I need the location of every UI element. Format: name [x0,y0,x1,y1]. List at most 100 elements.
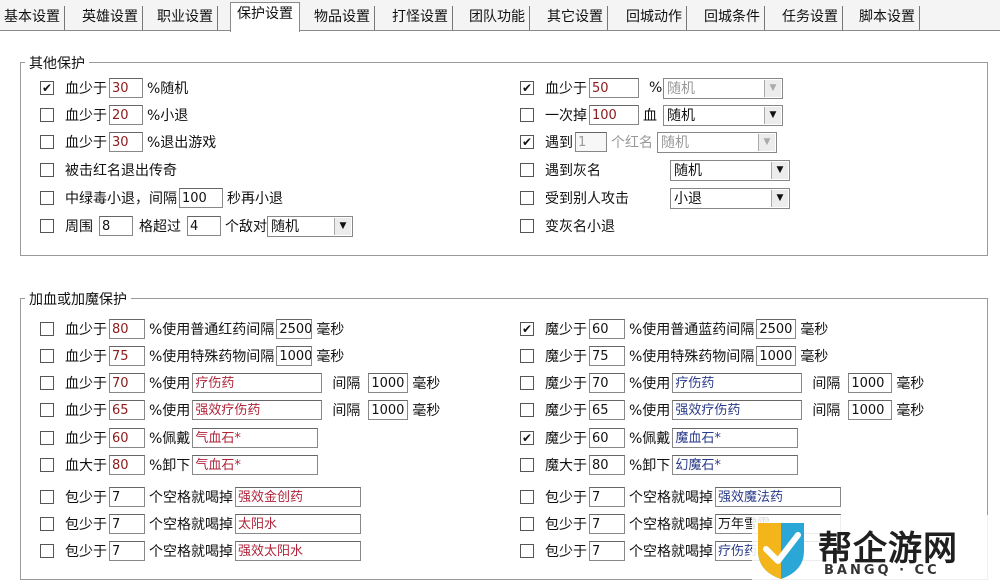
slot-count-input[interactable]: 7 [589,514,625,534]
checkbox[interactable]: ✔ [520,81,534,95]
checkbox[interactable]: ✔ [520,135,534,149]
tab-other[interactable]: 其它设置 [543,6,608,30]
slot-count-input[interactable]: 7 [109,541,145,561]
dropdown-arrow-icon[interactable]: ▼ [764,106,781,124]
interval-input[interactable]: 1000 [756,346,797,366]
item-name-input[interactable]: 气血石* [192,455,319,475]
checkbox[interactable] [40,191,54,205]
item-name-input[interactable]: 强效魔法药 [715,487,841,507]
tab-items[interactable]: 物品设置 [310,6,375,30]
threshold-input[interactable]: 65 [589,400,625,420]
interval-input[interactable]: 100 [179,188,223,208]
item-name-input[interactable]: 强效太阳水 [235,541,361,561]
tab-quest[interactable]: 任务设置 [778,6,843,30]
tab-script[interactable]: 脚本设置 [855,6,920,30]
tab-return-action[interactable]: 回城动作 [622,6,687,30]
checkbox[interactable] [40,349,54,363]
interval-input[interactable]: 2500 [756,319,797,339]
dropdown-arrow-icon[interactable]: ▼ [758,133,775,151]
checkbox[interactable] [40,163,54,177]
checkbox[interactable]: ✔ [520,431,534,445]
interval-input[interactable]: 1000 [848,373,893,393]
checkbox[interactable] [40,544,54,558]
tab-class[interactable]: 职业设置 [153,6,218,30]
checkbox[interactable] [40,517,54,531]
threshold-input[interactable]: 75 [109,346,145,366]
item-name-input[interactable]: 幻魔石* [672,455,799,475]
checkbox[interactable] [40,108,54,122]
action-select[interactable]: 随机 ▼ [657,131,777,153]
threshold-input[interactable]: 60 [589,319,625,339]
tab-team[interactable]: 团队功能 [465,6,530,30]
checkbox[interactable] [40,458,54,472]
action-select[interactable]: 随机 ▼ [663,104,783,126]
tab-return-condition[interactable]: 回城条件 [700,6,765,30]
tab-basic[interactable]: 基本设置 [0,6,65,30]
red-name-count-input[interactable]: 1 [575,132,607,152]
interval-input[interactable]: 1000 [368,400,409,420]
slot-count-input[interactable]: 7 [109,487,145,507]
checkbox[interactable] [520,517,534,531]
threshold-input[interactable]: 70 [589,373,625,393]
tab-hunting[interactable]: 打怪设置 [388,6,453,30]
checkbox[interactable] [520,349,534,363]
checkbox[interactable]: ✔ [40,81,54,95]
hp-threshold-input[interactable]: 50 [589,78,639,98]
dropdown-arrow-icon[interactable]: ▼ [764,79,781,97]
threshold-input[interactable]: 60 [589,428,625,448]
range-input[interactable]: 8 [99,216,133,236]
tab-hero[interactable]: 英雄设置 [78,6,143,30]
item-name-input[interactable]: 疗伤药 [672,373,803,393]
item-name-input[interactable]: 气血石* [192,428,319,448]
item-name-input[interactable]: 强效金创药 [235,487,361,507]
checkbox[interactable] [40,490,54,504]
checkbox[interactable] [520,219,534,233]
hp-drop-input[interactable]: 100 [589,105,639,125]
checkbox[interactable] [40,403,54,417]
hp-threshold-input[interactable]: 30 [109,132,143,152]
checkbox[interactable] [520,376,534,390]
interval-input[interactable]: 1000 [368,373,409,393]
action-select[interactable]: 随机 ▼ [267,215,353,237]
item-name-input[interactable]: 太阳水 [235,514,361,534]
threshold-input[interactable]: 65 [109,400,145,420]
interval-input[interactable]: 1000 [848,400,893,420]
checkbox[interactable] [520,163,534,177]
checkbox[interactable] [520,191,534,205]
checkbox[interactable]: ✔ [520,322,534,336]
dropdown-arrow-icon[interactable]: ▼ [334,217,351,235]
action-select[interactable]: 随机 ▼ [663,77,783,99]
checkbox[interactable] [520,108,534,122]
checkbox[interactable] [40,376,54,390]
checkbox[interactable] [520,544,534,558]
checkbox[interactable] [520,403,534,417]
interval-input[interactable]: 1000 [276,346,313,366]
item-name-input[interactable]: 魔血石* [672,428,799,448]
hp-threshold-input[interactable]: 20 [109,105,143,125]
threshold-input[interactable]: 70 [109,373,145,393]
checkbox[interactable] [520,458,534,472]
dropdown-arrow-icon[interactable]: ▼ [771,161,788,179]
enemy-count-input[interactable]: 4 [187,216,221,236]
checkbox[interactable] [40,219,54,233]
interval-input[interactable]: 2500 [276,319,313,339]
checkbox[interactable] [40,322,54,336]
threshold-input[interactable]: 80 [109,319,145,339]
action-select[interactable]: 小退 ▼ [670,187,790,209]
checkbox[interactable] [40,135,54,149]
item-name-input[interactable]: 疗伤药 [192,373,323,393]
checkbox[interactable] [520,490,534,504]
action-select[interactable]: 随机 ▼ [670,159,790,181]
threshold-input[interactable]: 60 [109,428,145,448]
dropdown-arrow-icon[interactable]: ▼ [771,189,788,207]
slot-count-input[interactable]: 7 [109,514,145,534]
threshold-input[interactable]: 75 [589,346,625,366]
threshold-input[interactable]: 80 [589,455,625,475]
tab-protection[interactable]: 保护设置 [230,2,300,32]
slot-count-input[interactable]: 7 [589,487,625,507]
item-name-input[interactable]: 强效疗伤药 [192,400,323,420]
slot-count-input[interactable]: 7 [589,541,625,561]
item-name-input[interactable]: 强效疗伤药 [672,400,803,420]
checkbox[interactable] [40,431,54,445]
threshold-input[interactable]: 80 [109,455,145,475]
